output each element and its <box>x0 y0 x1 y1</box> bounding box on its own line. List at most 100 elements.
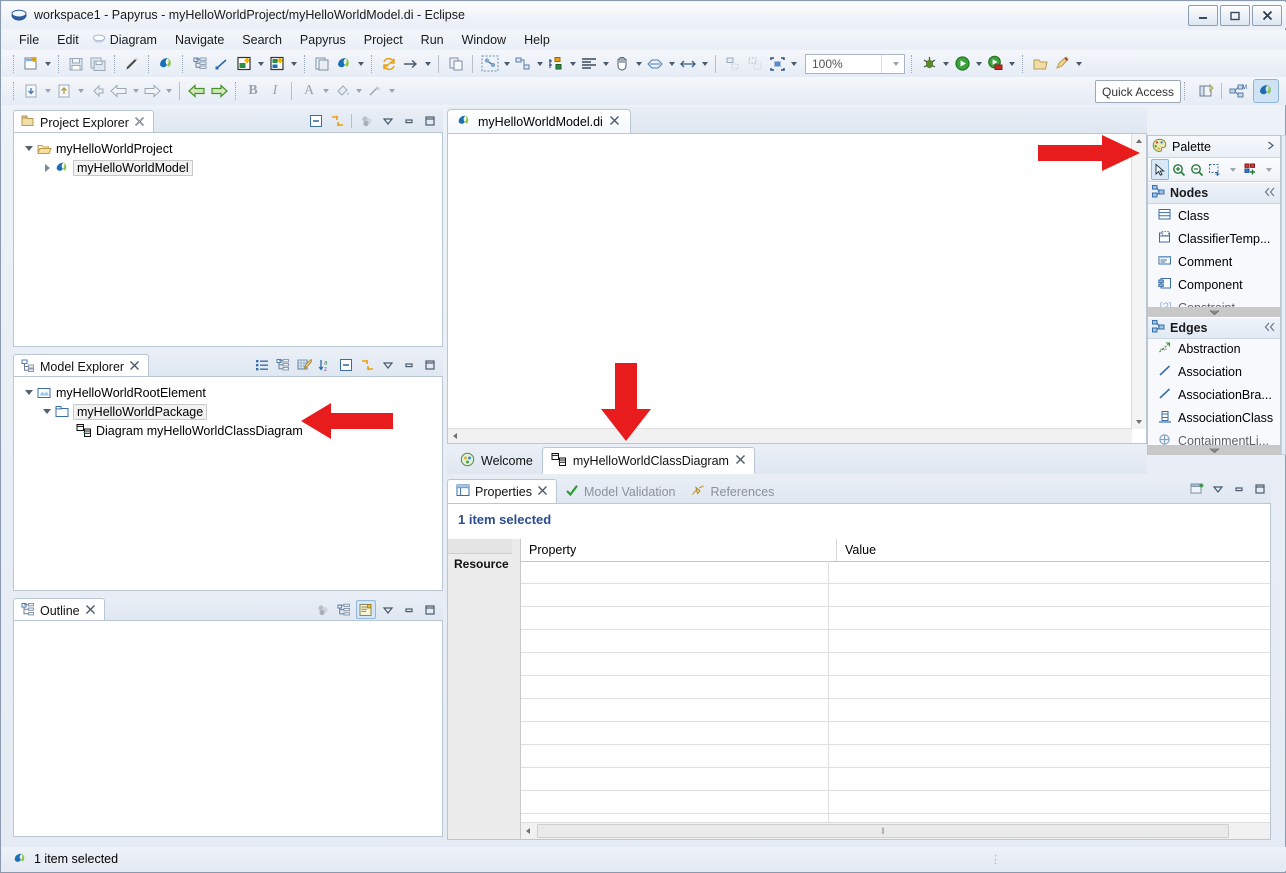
table-row[interactable] <box>521 561 1270 584</box>
canvas-horizontal-scrollbar[interactable] <box>448 428 1132 453</box>
refresh-button[interactable] <box>378 53 400 75</box>
palette-item-classifier-template[interactable]: T ClassifierTemp... <box>1148 227 1280 250</box>
next-annotation-dropdown[interactable] <box>163 80 174 102</box>
menu-edit[interactable]: Edit <box>48 31 88 49</box>
routing-button[interactable] <box>644 53 666 75</box>
fill-color-dropdown[interactable] <box>353 80 364 102</box>
previous-annotation-button[interactable] <box>108 80 130 102</box>
tab-model-explorer[interactable]: Model Explorer <box>13 354 150 378</box>
font-color-dropdown[interactable] <box>320 80 331 102</box>
link-editor-button[interactable] <box>358 356 376 373</box>
collapse-drawer-icon[interactable] <box>1264 321 1276 335</box>
new-wizard-button[interactable] <box>20 53 42 75</box>
save-button[interactable] <box>65 53 87 75</box>
hand-dropdown[interactable] <box>633 53 644 75</box>
tree-item-class-diagram[interactable]: Diagram myHelloWorldClassDiagram <box>18 421 442 440</box>
paste-style-button[interactable] <box>445 53 467 75</box>
maximize-view-button[interactable] <box>421 601 439 618</box>
palette-item-association-class[interactable]: AssociationClass <box>1148 406 1280 429</box>
create-node-dropdown[interactable] <box>1261 160 1277 179</box>
arrange-button[interactable] <box>512 53 534 75</box>
menu-project[interactable]: Project <box>355 31 412 49</box>
hand-button[interactable] <box>611 53 633 75</box>
table-row[interactable] <box>521 768 1270 791</box>
select-nodes-dropdown[interactable] <box>501 53 512 75</box>
table-row[interactable] <box>521 584 1270 607</box>
export-button[interactable] <box>53 80 75 102</box>
routing-dropdown[interactable] <box>666 53 677 75</box>
new-diagram-button[interactable] <box>233 53 255 75</box>
zoom-fit-dropdown[interactable] <box>788 53 799 75</box>
menu-papyrus[interactable]: Papyrus <box>291 31 355 49</box>
zoom-fit-button[interactable] <box>766 53 788 75</box>
view-menu-button[interactable] <box>379 356 397 373</box>
palette-item-abstraction[interactable]: «A» Abstraction <box>1148 337 1280 360</box>
palette-edges-scroll-handle[interactable] <box>1148 445 1280 455</box>
tree-item-root-element[interactable]: myHelloWorldRootElement <box>18 383 442 402</box>
zoom-out-icon[interactable] <box>1189 160 1205 179</box>
papyrus-perspective-button[interactable] <box>155 53 177 75</box>
filter-icon-button[interactable] <box>314 601 332 618</box>
papyrus-perspective-active-button[interactable] <box>1253 79 1279 103</box>
new-model-dropdown[interactable] <box>288 53 299 75</box>
diagonal-line-button[interactable] <box>211 53 233 75</box>
twisty-open-icon[interactable] <box>40 409 54 414</box>
external-tools-dropdown[interactable] <box>1073 53 1084 75</box>
close-icon[interactable] <box>735 454 746 468</box>
scroll-down-icon[interactable] <box>1132 415 1146 429</box>
table-row[interactable] <box>521 653 1270 676</box>
new-model-button[interactable] <box>266 53 288 75</box>
copy-appearance-button[interactable] <box>311 53 333 75</box>
palette-item-component[interactable]: Component <box>1148 273 1280 296</box>
open-folder-button[interactable] <box>1029 53 1051 75</box>
view-menu-button[interactable] <box>1209 480 1227 497</box>
close-icon[interactable] <box>85 604 96 618</box>
align-dropdown[interactable] <box>600 53 611 75</box>
import-button[interactable] <box>20 80 42 102</box>
maximize-view-button[interactable] <box>421 112 439 129</box>
line-color-dropdown[interactable] <box>386 80 397 102</box>
twisty-open-icon[interactable] <box>22 390 36 395</box>
palette-nodes-scroll-handle[interactable] <box>1148 307 1280 317</box>
arrange-dropdown[interactable] <box>534 53 545 75</box>
new-wizard-dropdown[interactable] <box>42 53 53 75</box>
coverage-button[interactable] <box>984 53 1006 75</box>
italic-button[interactable]: I <box>264 80 286 102</box>
tab-references[interactable]: References <box>683 480 782 504</box>
palette-item-association[interactable]: Association <box>1148 360 1280 383</box>
pencil-icon-button[interactable] <box>121 53 143 75</box>
twisty-closed-icon[interactable] <box>40 163 54 172</box>
create-node-icon[interactable] <box>1243 160 1259 179</box>
pin-view-button[interactable] <box>1188 480 1206 497</box>
palette-scrollbar[interactable] <box>1281 135 1286 455</box>
scroll-left-icon[interactable] <box>521 824 535 838</box>
distribute-button[interactable] <box>545 53 567 75</box>
maximize-view-button[interactable] <box>421 356 439 373</box>
save-all-button[interactable] <box>87 53 109 75</box>
close-button[interactable] <box>1252 5 1282 26</box>
quick-access-field[interactable]: Quick Access <box>1095 80 1181 103</box>
forward-button[interactable] <box>208 80 230 102</box>
new-diagram-dropdown[interactable] <box>255 53 266 75</box>
menu-navigate[interactable]: Navigate <box>166 31 233 49</box>
menu-search[interactable]: Search <box>233 31 291 49</box>
tree-item-project[interactable]: myHelloWorldProject <box>18 139 442 158</box>
back-small-button[interactable] <box>86 80 108 102</box>
types-tree-button[interactable] <box>274 356 292 373</box>
view-menu-button[interactable] <box>379 112 397 129</box>
palette-drawer-edges[interactable]: Edges <box>1148 317 1280 339</box>
bottom-tab-class-diagram[interactable]: myHelloWorldClassDiagram <box>541 447 755 474</box>
list-icon-button[interactable] <box>253 356 271 373</box>
palette-item-comment[interactable]: Comment <box>1148 250 1280 273</box>
sort-az-button[interactable]: a z <box>316 356 334 373</box>
papyrus-menu-dropdown[interactable] <box>355 53 366 75</box>
minimize-view-button[interactable] <box>1230 480 1248 497</box>
modeling-perspective-button[interactable]: M <box>1226 80 1250 102</box>
select-nodes-button[interactable] <box>479 53 501 75</box>
distribute-dropdown[interactable] <box>567 53 578 75</box>
snap-button[interactable] <box>722 53 744 75</box>
horizontal-resize-button[interactable] <box>677 53 699 75</box>
line-color-button[interactable] <box>364 80 386 102</box>
view-menu-button[interactable] <box>379 601 397 618</box>
table-row[interactable] <box>521 699 1270 722</box>
